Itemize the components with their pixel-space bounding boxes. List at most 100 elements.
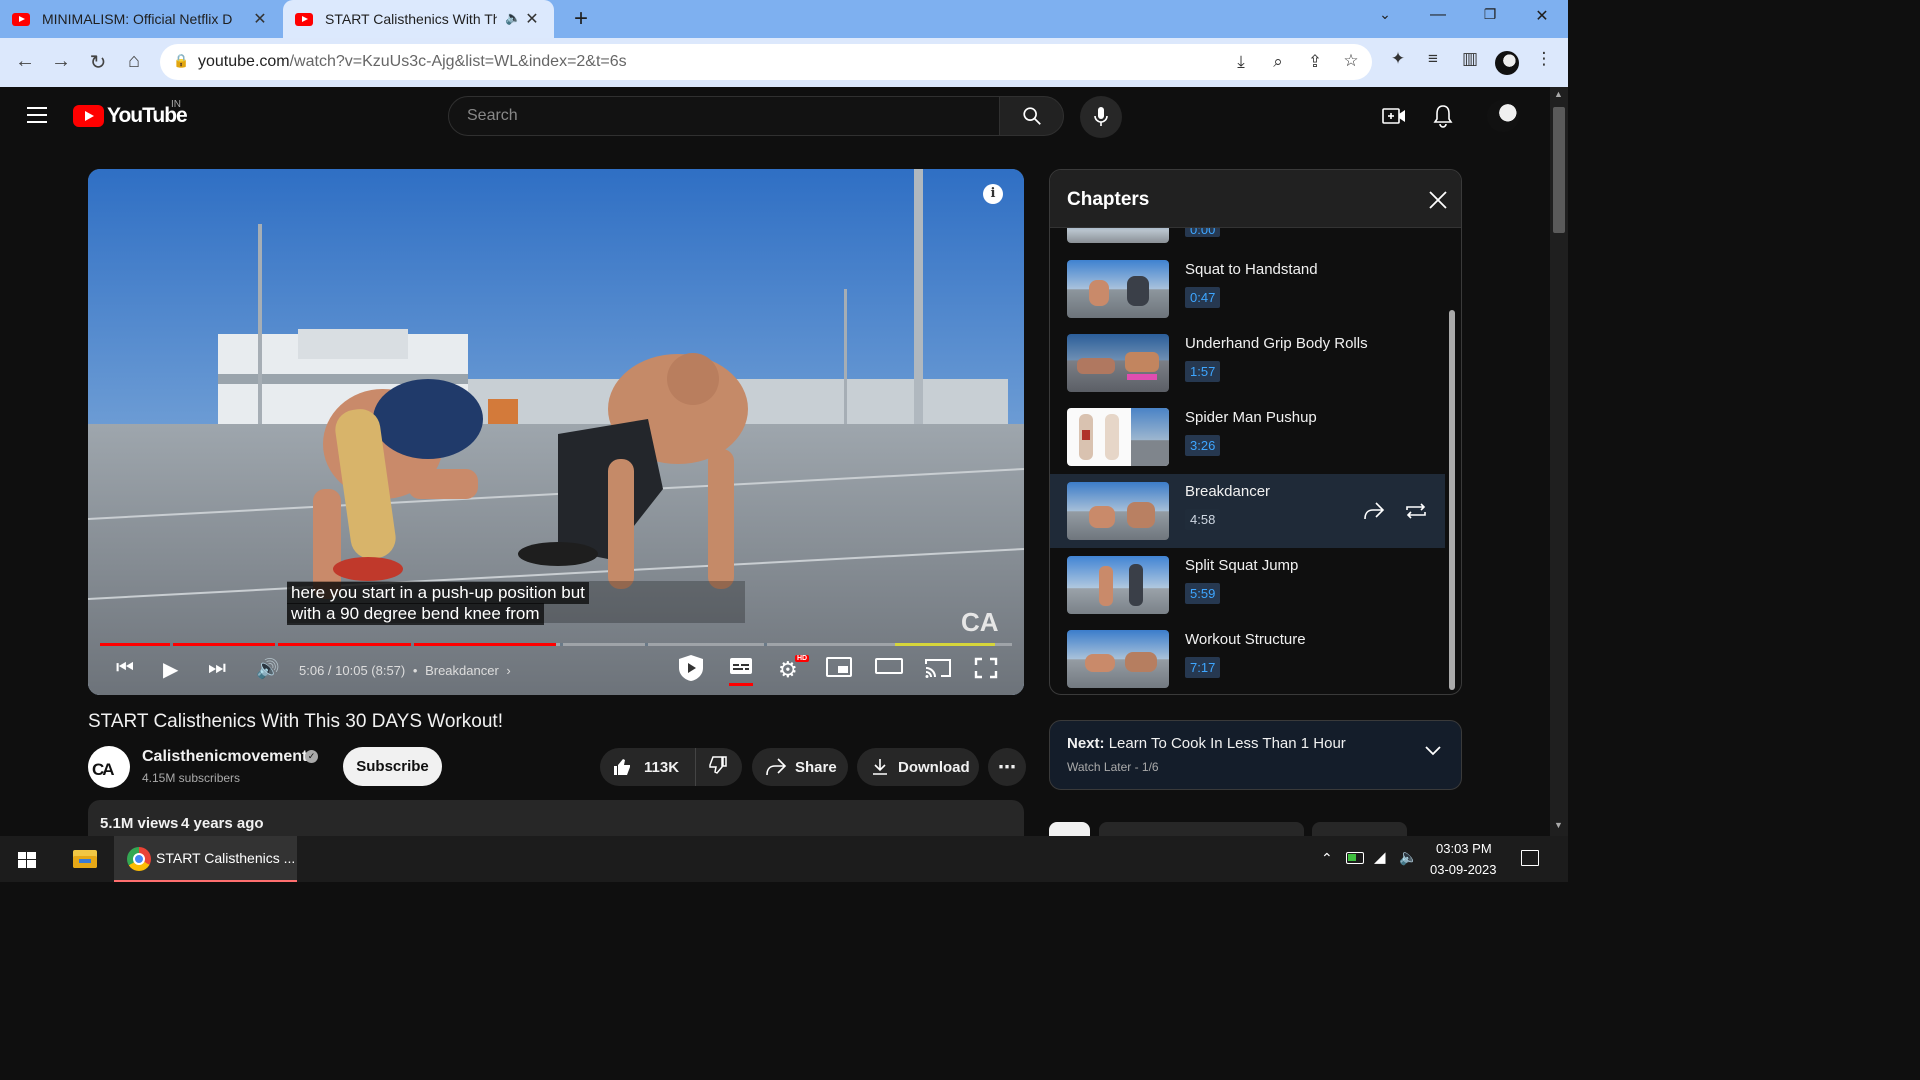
tab-search-chevron-icon[interactable]: ⌄ [1370, 6, 1400, 23]
browser-tab-minimalism[interactable]: MINIMALISM: Official Netflix Doc ✕ [12, 0, 282, 38]
share-button[interactable]: Share [752, 748, 848, 786]
video-player[interactable]: CA i here you start in a push-up positio… [88, 169, 1024, 695]
chapter-item-workout-structure[interactable]: Workout Structure 7:17 [1050, 622, 1445, 694]
chapter-timestamp: 5:59 [1185, 583, 1221, 604]
battery-icon[interactable] [1346, 852, 1364, 864]
chrome-taskbar-button[interactable]: START Calisthenics ... [114, 836, 297, 882]
chapter-item-squat-to-handstand[interactable]: Squat to Handstand 0:47 [1050, 252, 1445, 326]
clock-time[interactable]: 03:03 PM [1436, 841, 1492, 856]
cast-icon[interactable] [924, 657, 952, 685]
channel-name[interactable]: Calisthenicmovement [142, 748, 307, 766]
video-title: START Calisthenics With This 30 DAYS Wor… [88, 711, 503, 732]
chrome-icon [127, 847, 151, 871]
forward-arrow-icon[interactable]: → [48, 50, 74, 73]
reload-icon[interactable]: ↻ [85, 50, 111, 75]
create-video-icon[interactable] [1382, 107, 1406, 125]
chapter-item-split-squat-jump[interactable]: Split Squat Jump 5:59 [1050, 548, 1445, 622]
url-host: youtube.com [198, 53, 290, 70]
speaker-tray-icon[interactable]: 🔈 [1399, 848, 1418, 866]
volume-icon[interactable]: 🔊 [256, 657, 280, 681]
microphone-icon [1094, 107, 1108, 126]
chevron-right-icon: › [506, 663, 511, 678]
close-window-button[interactable]: ✕ [1527, 6, 1557, 26]
home-icon[interactable]: ⌂ [121, 50, 147, 73]
play-icon[interactable]: ▶ [163, 657, 178, 682]
profile-avatar[interactable] [1495, 51, 1519, 75]
search-button[interactable] [999, 96, 1064, 136]
channel-avatar[interactable]: CA [88, 746, 130, 788]
previous-icon[interactable]: ⏮ [116, 657, 134, 680]
media-queue-icon[interactable]: ≡ [1421, 49, 1445, 69]
channel-watermark: CA [961, 607, 999, 637]
clock-date[interactable]: 03-09-2023 [1430, 862, 1497, 877]
download-button[interactable]: Download [857, 748, 979, 786]
chapter-item-breakdancer[interactable]: Breakdancer 4:58 [1050, 474, 1445, 548]
chapter-thumbnail [1067, 482, 1169, 540]
share-page-icon[interactable]: ⇪ [1303, 52, 1327, 72]
next-icon[interactable]: ⏭ [208, 657, 226, 680]
chapter-name: Breakdancer [1185, 483, 1271, 500]
bookmark-star-icon[interactable]: ☆ [1339, 51, 1363, 71]
chapter-thumbnail [1067, 408, 1169, 466]
scrollbar-thumb[interactable] [1553, 107, 1565, 233]
progress-bar[interactable] [100, 643, 1012, 646]
zoom-icon[interactable]: ⌕ [1266, 52, 1290, 72]
extensions-puzzle-icon[interactable]: ✦ [1386, 49, 1410, 69]
subscribe-button[interactable]: Subscribe [343, 747, 442, 786]
wifi-icon[interactable]: ◢ [1374, 848, 1386, 866]
chapter-gap [170, 643, 173, 646]
miniplayer-icon[interactable] [826, 657, 852, 683]
chapters-scrollbar-thumb[interactable] [1449, 310, 1455, 690]
speaker-icon[interactable]: 🔈 [505, 10, 521, 26]
close-icon[interactable] [1428, 190, 1448, 210]
back-arrow-icon[interactable]: ← [12, 50, 38, 73]
like-count: 113K [644, 758, 680, 776]
address-bar[interactable]: 🔒 youtube.com/watch?v=KzuUs3c-Ajg&list=W… [160, 44, 1372, 80]
chapter-item-underhand-grip-body-rolls[interactable]: Underhand Grip Body Rolls 1:57 [1050, 326, 1445, 400]
expand-chevron-icon[interactable] [1425, 743, 1441, 761]
chapter-item-spider-man-pushup[interactable]: Spider Man Pushup 3:26 [1050, 400, 1445, 474]
lock-icon[interactable]: 🔒 [173, 53, 189, 69]
search-icon [1022, 107, 1041, 125]
browser-tab-calisthenics[interactable]: START Calisthenics With This 🔈 ✕ [283, 0, 554, 38]
like-button[interactable]: 113K [600, 748, 696, 786]
tray-chevron-icon[interactable]: ⌃ [1321, 850, 1333, 867]
fullscreen-icon[interactable] [974, 657, 998, 685]
notifications-bell-icon[interactable] [1433, 104, 1453, 128]
file-explorer-icon[interactable] [73, 850, 97, 868]
settings-gear-icon[interactable]: ⚙ HD [778, 655, 810, 683]
chapter-gap [645, 643, 648, 646]
chrome-menu-icon[interactable]: ⋮ [1532, 49, 1556, 69]
chapter-title-button[interactable]: Breakdancer [425, 663, 499, 678]
notification-center-icon[interactable] [1521, 850, 1539, 866]
windows-start-icon[interactable] [18, 852, 36, 868]
hamburger-menu-icon[interactable] [27, 107, 47, 123]
share-arrow-icon[interactable] [1363, 501, 1385, 521]
close-tab-icon[interactable]: ✕ [522, 9, 542, 29]
minimize-button[interactable]: — [1423, 6, 1453, 24]
voice-search-button[interactable] [1080, 96, 1122, 138]
taskbar-app-label: START Calisthenics ... [156, 850, 296, 866]
install-app-icon[interactable]: ⤓ [1229, 52, 1253, 72]
sponsorblock-shield-icon[interactable] [676, 653, 706, 689]
chapter-gap [275, 643, 278, 646]
search-input[interactable]: Search [448, 96, 1000, 136]
theater-mode-icon[interactable] [875, 657, 903, 681]
next-title: Learn To Cook In Less Than 1 Hour [1108, 735, 1346, 752]
chapter-name: Spider Man Pushup [1185, 409, 1317, 426]
playlist-next-box[interactable]: Next: Learn To Cook In Less Than 1 Hour … [1049, 720, 1462, 790]
info-icon[interactable]: i [983, 184, 1003, 204]
close-tab-icon[interactable]: ✕ [250, 9, 270, 29]
subtitles-icon[interactable] [729, 657, 753, 686]
playlist-position: Watch Later - 1/6 [1067, 760, 1159, 774]
dislike-button[interactable] [696, 755, 728, 779]
sponsor-segment [895, 643, 995, 646]
more-actions-icon[interactable]: ⋯ [988, 748, 1026, 786]
account-avatar[interactable] [1487, 100, 1519, 132]
new-tab-button[interactable]: + [568, 5, 594, 33]
verified-check-icon: ✓ [305, 750, 318, 763]
loop-icon[interactable] [1404, 501, 1428, 521]
side-panel-icon[interactable]: ▥ [1458, 49, 1482, 69]
page-scrollbar[interactable]: ▲ ▼ [1550, 87, 1568, 836]
restore-button[interactable]: ❐ [1475, 6, 1505, 23]
